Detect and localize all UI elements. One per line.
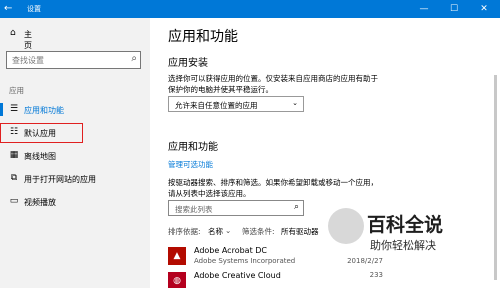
sidebar: ⌂ 主页 查找设置 ⌕ 应用 ☰ 应用和功能 ☷ 默认应用 ▦ 离线地图 ⧉ 用… bbox=[0, 18, 150, 288]
window-title: 设置 bbox=[27, 5, 41, 13]
maximize-button[interactable]: ☐ bbox=[439, 0, 469, 18]
video-icon: ▭ bbox=[9, 196, 19, 206]
sidebar-item-default-apps[interactable]: ☷ 默认应用 bbox=[0, 123, 150, 143]
search-icon[interactable]: ⌕ bbox=[131, 53, 137, 64]
back-arrow-icon[interactable]: ← bbox=[4, 3, 12, 14]
watermark-title: 百科全说 bbox=[367, 214, 444, 236]
filter-dropdown[interactable]: 所有驱动器 bbox=[281, 226, 319, 237]
section-label: 应用 bbox=[9, 86, 24, 95]
app-name: Adobe Acrobat DC bbox=[194, 246, 267, 255]
acrobat-icon: ▲ bbox=[168, 247, 186, 265]
web-apps-icon: ⧉ bbox=[10, 173, 18, 183]
watermark: 百科全说 助你轻松解决 bbox=[325, 204, 500, 288]
page-title: 应用和功能 bbox=[168, 29, 238, 45]
title-bar: ← 设置 — ☐ ✕ bbox=[0, 0, 500, 18]
install-source-select[interactable]: 允许来自任意位置的应用 ⌄ bbox=[168, 96, 304, 112]
sidebar-item-web-apps[interactable]: ⧉ 用于打开网站的应用 bbox=[0, 169, 150, 189]
chevron-down-icon: ⌄ bbox=[292, 99, 298, 107]
sidebar-item-label: 离线地图 bbox=[24, 152, 56, 161]
install-description: 选择你可以获得应用的位置。仅安装来自应用商店的应用有助于保护你的电脑并使其平稳运… bbox=[168, 74, 378, 94]
sidebar-item-label: 视频播放 bbox=[24, 198, 56, 207]
manage-optional-features-link[interactable]: 管理可选功能 bbox=[168, 159, 213, 170]
list-search-placeholder: 搜索此列表 bbox=[175, 205, 213, 214]
install-source-value: 允许来自任意位置的应用 bbox=[175, 101, 258, 110]
chevron-down-icon[interactable]: ⌄ bbox=[225, 226, 231, 235]
apps-description: 按驱动器搜索、排序和筛选。如果你希望卸载或移动一个应用，请从列表中选择该应用。 bbox=[168, 178, 378, 198]
sort-label: 排序依据: bbox=[168, 227, 201, 236]
search-icon[interactable]: ⌕ bbox=[294, 202, 299, 212]
watermark-subtitle: 助你轻松解决 bbox=[370, 239, 436, 252]
apps-heading: 应用和功能 bbox=[168, 142, 218, 153]
home-icon: ⌂ bbox=[10, 28, 16, 38]
sort-dropdown[interactable]: 名称 bbox=[208, 226, 223, 237]
map-icon: ▦ bbox=[9, 150, 19, 160]
filter-label: 筛选条件: bbox=[242, 227, 275, 236]
app-publisher: Adobe Systems Incorporated bbox=[194, 257, 296, 265]
apps-list-icon: ☰ bbox=[9, 104, 19, 114]
default-apps-icon: ☷ bbox=[9, 127, 19, 137]
sidebar-item-offline-maps[interactable]: ▦ 离线地图 bbox=[0, 146, 150, 166]
settings-search-input[interactable]: 查找设置 ⌕ bbox=[6, 51, 141, 69]
sidebar-item-label: 默认应用 bbox=[24, 129, 56, 138]
search-placeholder: 查找设置 bbox=[12, 56, 44, 65]
creative-cloud-icon: ◍ bbox=[168, 272, 186, 288]
home-label: 主页 bbox=[24, 30, 32, 50]
sidebar-item-video[interactable]: ▭ 视频播放 bbox=[0, 192, 150, 212]
minimize-button[interactable]: — bbox=[409, 0, 439, 18]
list-search-input[interactable]: 搜索此列表 ⌕ bbox=[168, 200, 304, 216]
app-name: Adobe Creative Cloud bbox=[194, 271, 281, 280]
watermark-logo-icon bbox=[328, 208, 364, 244]
sidebar-item-apps-features[interactable]: ☰ 应用和功能 bbox=[0, 100, 150, 120]
active-indicator bbox=[0, 103, 3, 116]
install-heading: 应用安装 bbox=[168, 58, 208, 69]
sidebar-item-label: 应用和功能 bbox=[24, 106, 64, 115]
sidebar-item-label: 用于打开网站的应用 bbox=[24, 175, 96, 184]
close-button[interactable]: ✕ bbox=[469, 0, 499, 18]
